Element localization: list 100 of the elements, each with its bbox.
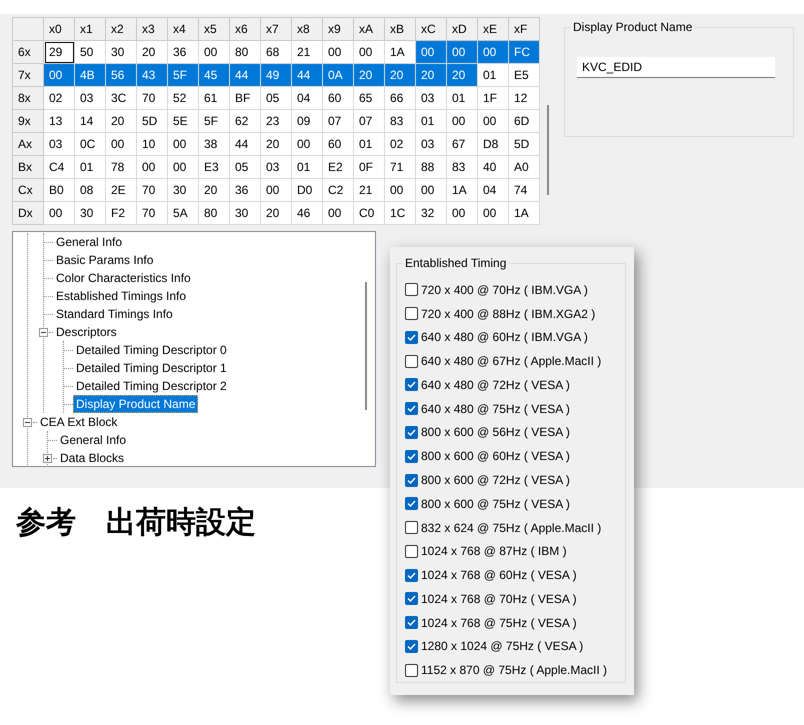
hex-cell[interactable]: D0 bbox=[292, 178, 322, 202]
hex-cell[interactable]: 21 bbox=[354, 178, 384, 202]
checkbox[interactable] bbox=[405, 592, 418, 606]
tree-item[interactable]: Detailed Timing Descriptor 0 bbox=[73, 341, 230, 359]
tree-item[interactable]: Descriptors bbox=[53, 323, 120, 341]
hex-cell[interactable]: 40 bbox=[478, 156, 508, 178]
hex-cell[interactable]: 08 bbox=[74, 178, 106, 202]
hex-cell[interactable]: 43 bbox=[136, 64, 168, 86]
tree-item[interactable]: General Info bbox=[57, 431, 130, 449]
hex-cell[interactable]: 04 bbox=[478, 178, 508, 202]
hex-cell[interactable]: 1A bbox=[508, 202, 540, 224]
hex-cell[interactable]: 44 bbox=[292, 64, 322, 86]
hex-cell[interactable]: A0 bbox=[508, 156, 540, 178]
hex-cell[interactable]: 05 bbox=[230, 156, 260, 178]
hex-cell[interactable]: 03 bbox=[416, 86, 446, 110]
hex-cell[interactable]: 1A bbox=[446, 178, 478, 202]
checkbox[interactable] bbox=[405, 378, 418, 392]
hex-cell[interactable]: 5F bbox=[168, 64, 198, 86]
hex-cell[interactable]: 44 bbox=[230, 132, 260, 156]
hex-cell[interactable]: D8 bbox=[478, 132, 508, 156]
tree-item[interactable]: Established Timings Info bbox=[53, 287, 190, 305]
hex-cell[interactable]: 60 bbox=[322, 86, 354, 110]
hex-cell[interactable]: 30 bbox=[230, 202, 260, 224]
tree-item[interactable]: Basic Params Info bbox=[53, 251, 156, 269]
tree-item[interactable]: Detailed Timing Descriptor 1 bbox=[73, 359, 230, 377]
hex-cell[interactable]: 00 bbox=[478, 40, 508, 64]
hex-cell[interactable]: 13 bbox=[44, 110, 74, 132]
hex-cell[interactable]: 70 bbox=[136, 202, 168, 224]
hex-cell[interactable]: BF bbox=[230, 86, 260, 110]
hex-cell[interactable]: 00 bbox=[478, 110, 508, 132]
hex-cell[interactable]: 20 bbox=[416, 64, 446, 86]
checkbox[interactable] bbox=[405, 283, 418, 296]
hex-cell[interactable]: 3C bbox=[106, 86, 136, 110]
hex-cell[interactable]: 00 bbox=[168, 132, 198, 156]
hex-cell[interactable]: 20 bbox=[384, 64, 416, 86]
tree-item[interactable]: CEA Ext Block bbox=[37, 413, 120, 431]
checkbox[interactable] bbox=[405, 426, 418, 439]
hex-cell[interactable]: 01 bbox=[354, 132, 384, 156]
hex-cell[interactable]: C4 bbox=[44, 156, 74, 178]
hex-cell[interactable]: 38 bbox=[198, 132, 230, 156]
hex-cell[interactable]: 30 bbox=[168, 178, 198, 202]
hex-cell[interactable]: 5F bbox=[198, 110, 230, 132]
plus-box-icon[interactable] bbox=[43, 454, 52, 462]
hex-cell[interactable]: 12 bbox=[508, 86, 540, 110]
hex-cell[interactable]: 83 bbox=[446, 156, 478, 178]
hex-cell[interactable]: 00 bbox=[106, 132, 136, 156]
tree-item[interactable]: Display Product Name bbox=[73, 395, 198, 413]
hex-cell[interactable]: 0C bbox=[74, 132, 106, 156]
checkbox[interactable] bbox=[405, 544, 418, 558]
hex-cell[interactable]: 52 bbox=[168, 86, 198, 110]
hex-cell[interactable]: E3 bbox=[198, 156, 230, 178]
hex-cell[interactable]: 0F bbox=[354, 156, 384, 178]
hex-cell[interactable]: 1C bbox=[384, 202, 416, 224]
hex-cell[interactable]: 00 bbox=[478, 202, 508, 224]
checkbox[interactable] bbox=[405, 640, 418, 653]
hex-cell[interactable]: 04 bbox=[292, 86, 322, 110]
hex-cell[interactable]: 03 bbox=[416, 132, 446, 156]
hex-cell[interactable]: 00 bbox=[44, 64, 74, 86]
scrollbar-thumb[interactable] bbox=[547, 105, 549, 195]
hex-cell[interactable]: 00 bbox=[446, 202, 478, 224]
hex-cell[interactable]: 01 bbox=[446, 86, 478, 110]
hex-cell[interactable]: 00 bbox=[260, 178, 292, 202]
tree-item[interactable]: Standard Timings Info bbox=[53, 305, 176, 323]
hex-cell[interactable]: 61 bbox=[198, 86, 230, 110]
hex-cell[interactable]: 00 bbox=[446, 110, 478, 132]
hex-cell[interactable]: 1F bbox=[478, 86, 508, 110]
hex-cell[interactable]: 5D bbox=[508, 132, 540, 156]
hex-cell[interactable]: 6D bbox=[508, 110, 540, 132]
hex-cell[interactable]: 01 bbox=[74, 156, 106, 178]
tree-item[interactable]: Data Blocks bbox=[57, 449, 128, 466]
hex-cell[interactable]: 67 bbox=[446, 132, 478, 156]
hex-cell[interactable]: 20 bbox=[354, 64, 384, 86]
minus-box-icon[interactable] bbox=[39, 328, 48, 336]
hex-cell[interactable]: 4B bbox=[74, 64, 106, 86]
checkbox[interactable] bbox=[405, 330, 418, 344]
product-name-field[interactable]: KVC_EDID bbox=[577, 57, 775, 78]
tree-item[interactable]: General Info bbox=[53, 233, 126, 251]
hex-cell[interactable]: 20 bbox=[260, 202, 292, 224]
hex-cell[interactable]: 5A bbox=[168, 202, 198, 224]
hex-cell[interactable]: 2E bbox=[106, 178, 136, 202]
hex-cell[interactable]: 70 bbox=[136, 86, 168, 110]
hex-cell[interactable]: 5D bbox=[136, 110, 168, 132]
checkbox[interactable] bbox=[405, 521, 418, 534]
checkbox[interactable] bbox=[405, 354, 418, 368]
hex-cell[interactable]: 02 bbox=[44, 86, 74, 110]
hex-cell[interactable]: 01 bbox=[292, 156, 322, 178]
checkbox[interactable] bbox=[405, 402, 418, 416]
hex-cell[interactable]: 20 bbox=[260, 132, 292, 156]
hex-cell[interactable]: 20 bbox=[106, 110, 136, 132]
hex-cell[interactable]: FC bbox=[508, 40, 540, 64]
hex-cell[interactable]: 07 bbox=[354, 110, 384, 132]
hex-cell[interactable]: B0 bbox=[44, 178, 74, 202]
hex-cell[interactable]: 66 bbox=[384, 86, 416, 110]
hex-cell[interactable]: 10 bbox=[136, 132, 168, 156]
hex-cell[interactable]: 00 bbox=[416, 40, 446, 64]
hex-cell[interactable]: 00 bbox=[384, 178, 416, 202]
minus-box-icon[interactable] bbox=[23, 418, 32, 426]
tree-item[interactable]: Color Characteristics Info bbox=[53, 269, 194, 287]
hex-cell[interactable]: 45 bbox=[198, 64, 230, 86]
hex-cell[interactable]: 20 bbox=[446, 64, 478, 86]
